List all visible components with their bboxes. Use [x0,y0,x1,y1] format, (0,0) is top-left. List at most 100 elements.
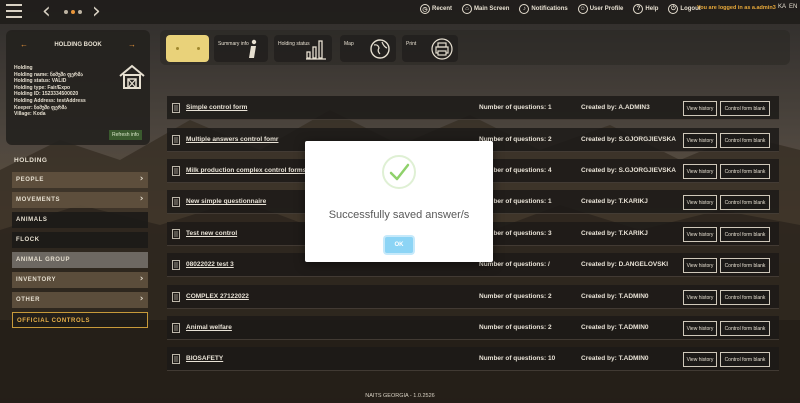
control-form-blank-button[interactable]: Control form blank [720,133,770,148]
top-link-user-profile[interactable]: ☺ User Profile [577,4,623,14]
holding-book-title: HOLDING BOOK [54,41,102,48]
refresh-info-button[interactable]: Refresh info [109,130,142,140]
holding-info-line: Keeper: ნიმუში ფერმა [14,104,67,111]
view-history-button[interactable]: View history [683,258,717,273]
top-link-help[interactable]: ? Help [633,4,658,14]
clock-icon: ◷ [420,4,430,14]
print-button[interactable]: Print [402,35,458,62]
view-history-button[interactable]: View history [683,195,717,210]
top-link-notifications[interactable]: ♪ Notifications [519,4,568,14]
created-by: Created by: S.GJORGJIEVSKA [581,167,676,174]
table-row: Simple control form Number of questions:… [167,96,779,120]
control-form-blank-button[interactable]: Control form blank [720,164,770,179]
sidebar-item-label: ANIMAL GROUP [16,257,71,263]
sidebar-item-animal-group[interactable]: ANIMAL GROUP [12,252,148,268]
sidebar-item-label: MOVEMENTS [16,197,61,203]
globe-icon [370,39,390,59]
sidebar-item-flock[interactable]: FLOCK [12,232,148,248]
lang-en[interactable]: EN [789,4,797,10]
top-link-label: Recent [432,6,453,12]
table-row: COMPLEX 27122022 Number of questions: 2 … [167,285,779,309]
sidebar-item-label: FLOCK [16,237,40,243]
sidebar-item-other[interactable]: OTHER › [12,292,148,308]
form-name-link[interactable]: Test new control [186,230,237,237]
question-count: Number of questions: 2 [479,293,552,300]
view-history-button[interactable]: View history [683,227,717,242]
form-name-link[interactable]: Milk production complex control forms [186,167,306,174]
control-form-blank-button[interactable]: Control form blank [720,258,770,273]
top-bar: ‹ › ◷ Recent ⌂ Main Screen ♪ Notifications … [0,0,800,24]
view-history-button[interactable]: View history [683,290,717,305]
bell-icon: ♪ [519,4,530,14]
top-link-logout[interactable]: ⏻ Logout [668,4,701,14]
sidebar-item-inventory[interactable]: INVENTORY › [12,272,148,288]
view-history-button[interactable]: View history [683,352,717,367]
document-icon [172,135,180,145]
control-form-blank-button[interactable]: Control form blank [720,321,770,336]
map-button[interactable]: Map [340,35,396,62]
section-title-holding: HOLDING [14,157,48,164]
view-history-button[interactable]: View history [683,321,717,336]
top-link-recent[interactable]: ◷ Recent [420,4,452,14]
sidebar: ← HOLDING BOOK → Holding Holding name: ნ… [6,30,150,385]
control-form-blank-button[interactable]: Control form blank [720,290,770,305]
control-form-blank-button[interactable]: Control form blank [720,227,770,242]
dialog-message: Successfully saved answer/s [328,209,470,221]
arrow-right-icon[interactable]: → [128,40,136,49]
view-history-button[interactable]: View history [683,133,717,148]
form-name-link[interactable]: 08022022 test 3 [186,261,234,268]
table-row: BIOSAFETY Number of questions: 10 Create… [167,347,779,371]
power-icon: ⏻ [668,4,679,14]
holding-toolbar: Summary info Holding status Map Print [160,30,790,65]
top-link-label: Main Screen [474,6,510,12]
document-icon [172,260,180,270]
form-name-link[interactable]: Simple control form [186,104,247,111]
chevron-right-icon[interactable]: › [92,1,101,23]
document-icon [172,354,180,364]
menu-icon[interactable] [6,4,22,18]
created-by: Created by: T.ADMIN0 [581,324,649,331]
chevron-right-icon: › [139,194,144,204]
top-link-label: Help [645,6,659,12]
info-icon [249,39,257,58]
sidebar-item-people[interactable]: PEOPLE › [12,172,148,188]
sidebar-item-label: PEOPLE [16,177,44,183]
control-form-blank-button[interactable]: Control form blank [720,101,770,116]
control-form-blank-button[interactable]: Control form blank [720,352,770,367]
arrow-left-icon[interactable]: ← [20,40,28,49]
top-link-label: Notifications [531,6,568,12]
form-name-link[interactable]: Multiple answers control fomr [186,136,278,143]
holding-book-header: ← HOLDING BOOK → [12,36,144,49]
sidebar-item-official-controls[interactable]: OFFICIAL CONTROLS [12,312,148,328]
home-icon: ⌂ [462,4,473,14]
print-label: Print [406,41,417,47]
created-by: Created by: D.ANGELOVSKI [581,261,669,268]
holding-info-line: Holding [14,65,33,71]
control-form-blank-button[interactable]: Control form blank [720,195,770,210]
holding-book-panel: ← HOLDING BOOK → Holding Holding name: ნ… [6,30,150,145]
summary-info-button[interactable]: Summary info [214,35,268,62]
document-icon [172,323,180,333]
form-name-link[interactable]: Animal welfare [186,324,232,331]
view-history-button[interactable]: View history [683,101,717,116]
created-by: Created by: T.KARIKJ [581,230,648,237]
sidebar-item-animals[interactable]: ANIMALS [12,212,148,228]
user-icon: ☺ [577,4,588,14]
holding-status-button[interactable]: Holding status [274,35,332,62]
view-history-button[interactable]: View history [683,164,717,179]
map-label: Map [344,41,354,47]
table-row: Animal welfare Number of questions: 2 Cr… [167,316,779,340]
top-links: ◷ Recent ⌂ Main Screen ♪ Notifications ☺ Use… [420,4,701,14]
top-link-main-screen[interactable]: ⌂ Main Screen [462,4,509,14]
document-icon [172,229,180,239]
ok-button[interactable]: OK [385,237,413,253]
form-name-link[interactable]: COMPLEX 27122022 [186,293,249,300]
holding-info-line: Holding type: Fair/Expo [14,84,71,91]
form-name-link[interactable]: BIOSAFETY [186,355,223,362]
toolbar-collapse-button[interactable] [166,35,209,62]
lang-ka[interactable]: KA [778,4,786,10]
form-name-link[interactable]: New simple questionnaire [186,198,266,205]
page-dots [64,10,82,14]
sidebar-item-movements[interactable]: MOVEMENTS › [12,192,148,208]
chevron-left-icon[interactable]: ‹ [42,1,51,23]
